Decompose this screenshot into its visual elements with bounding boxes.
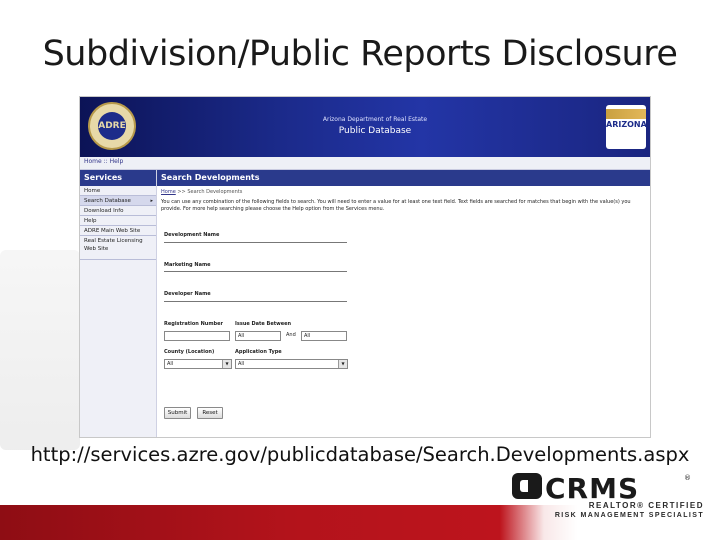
- development-name-input[interactable]: [164, 242, 347, 243]
- background-decoration: [0, 250, 80, 450]
- developer-name-input[interactable]: [164, 301, 347, 302]
- arizona-logo-text: ARIZONA: [606, 120, 647, 129]
- issue-date-from-input[interactable]: All: [235, 331, 281, 341]
- development-name-label: Development Name: [164, 232, 220, 238]
- top-nav-links[interactable]: Home :: Help: [84, 158, 123, 165]
- slide-title: Subdivision/Public Reports Disclosure: [42, 34, 678, 74]
- sidebar-item-home[interactable]: Home: [80, 186, 156, 196]
- services-sidebar: Services Home Search Database ▸ Download …: [80, 170, 157, 437]
- registration-number-label: Registration Number: [164, 321, 223, 327]
- application-type-label: Application Type: [235, 349, 282, 355]
- breadcrumb-home-link[interactable]: Home: [161, 189, 176, 195]
- top-nav-bar: Home :: Help: [80, 157, 650, 170]
- instructions-text: You can use any combination of the follo…: [161, 199, 631, 212]
- breadcrumb: Home >> Search Developments: [161, 189, 242, 195]
- sidebar-item-search-database[interactable]: Search Database ▸: [80, 196, 156, 206]
- sidebar-item-label: Search Database: [84, 198, 131, 204]
- arizona-logo[interactable]: ARIZONA: [606, 105, 647, 149]
- crms-tagline-1: REALTOR® CERTIFIED: [588, 501, 704, 510]
- breadcrumb-current: >> Search Developments: [175, 189, 243, 195]
- issue-date-to-input[interactable]: All: [301, 331, 347, 341]
- chevron-down-icon: ▼: [222, 360, 231, 368]
- reset-button[interactable]: Reset: [197, 407, 223, 419]
- marketing-name-input[interactable]: [164, 271, 347, 272]
- sidebar-item-label: Download Info: [84, 208, 124, 214]
- submit-button[interactable]: Submit: [164, 407, 191, 419]
- search-developments-panel: Search Developments Home >> Search Devel…: [157, 170, 650, 437]
- banner-title: Public Database: [338, 126, 412, 136]
- arrow-right-icon: ▸: [150, 198, 153, 204]
- adre-seal-logo[interactable]: ADRE: [88, 102, 136, 150]
- sidebar-item-help[interactable]: Help: [80, 216, 156, 226]
- website-screenshot: ADRE Arizona Department of Real Estate P…: [79, 96, 651, 438]
- sidebar-item-label: Help: [84, 218, 97, 224]
- issue-date-between-label: Issue Date Between: [235, 321, 292, 327]
- application-type-select[interactable]: All ▼: [235, 359, 348, 369]
- sidebar-header: Services: [80, 170, 156, 186]
- crms-wordmark: CRMS: [545, 472, 639, 501]
- seal-text: ADRE: [98, 112, 126, 140]
- sidebar-item-licensing[interactable]: Real Estate Licensing Web Site: [80, 236, 156, 260]
- sidebar-item-label: Home: [84, 188, 101, 194]
- sidebar-item-label: ADRE Main Web Site: [84, 228, 141, 234]
- marketing-name-label: Marketing Name: [164, 262, 211, 268]
- county-selected-value: All: [167, 361, 174, 367]
- developer-name-label: Developer Name: [164, 291, 211, 297]
- application-type-selected-value: All: [238, 361, 245, 367]
- crms-logo: CRMS ®: [512, 472, 691, 501]
- registration-number-input[interactable]: [164, 331, 230, 341]
- registered-mark-icon: ®: [684, 474, 691, 482]
- sidebar-item-adre-main[interactable]: ADRE Main Web Site: [80, 226, 156, 236]
- sun-stripe-icon: [606, 109, 646, 119]
- crms-tagline-2: RISK MANAGEMENT SPECIALIST: [554, 512, 704, 519]
- banner-subtitle: Arizona Department of Real Estate: [322, 116, 428, 123]
- site-banner: ADRE Arizona Department of Real Estate P…: [80, 97, 650, 157]
- county-label: County (Location): [164, 349, 215, 355]
- and-label: And: [286, 332, 296, 338]
- chevron-down-icon: ▼: [338, 360, 347, 368]
- county-select[interactable]: All ▼: [164, 359, 232, 369]
- sidebar-item-download-info[interactable]: Download Info: [80, 206, 156, 216]
- panel-header: Search Developments: [157, 170, 650, 186]
- sidebar-item-label: Real Estate Licensing Web Site: [84, 238, 143, 252]
- page-url: http://services.azre.gov/publicdatabase/…: [30, 443, 690, 466]
